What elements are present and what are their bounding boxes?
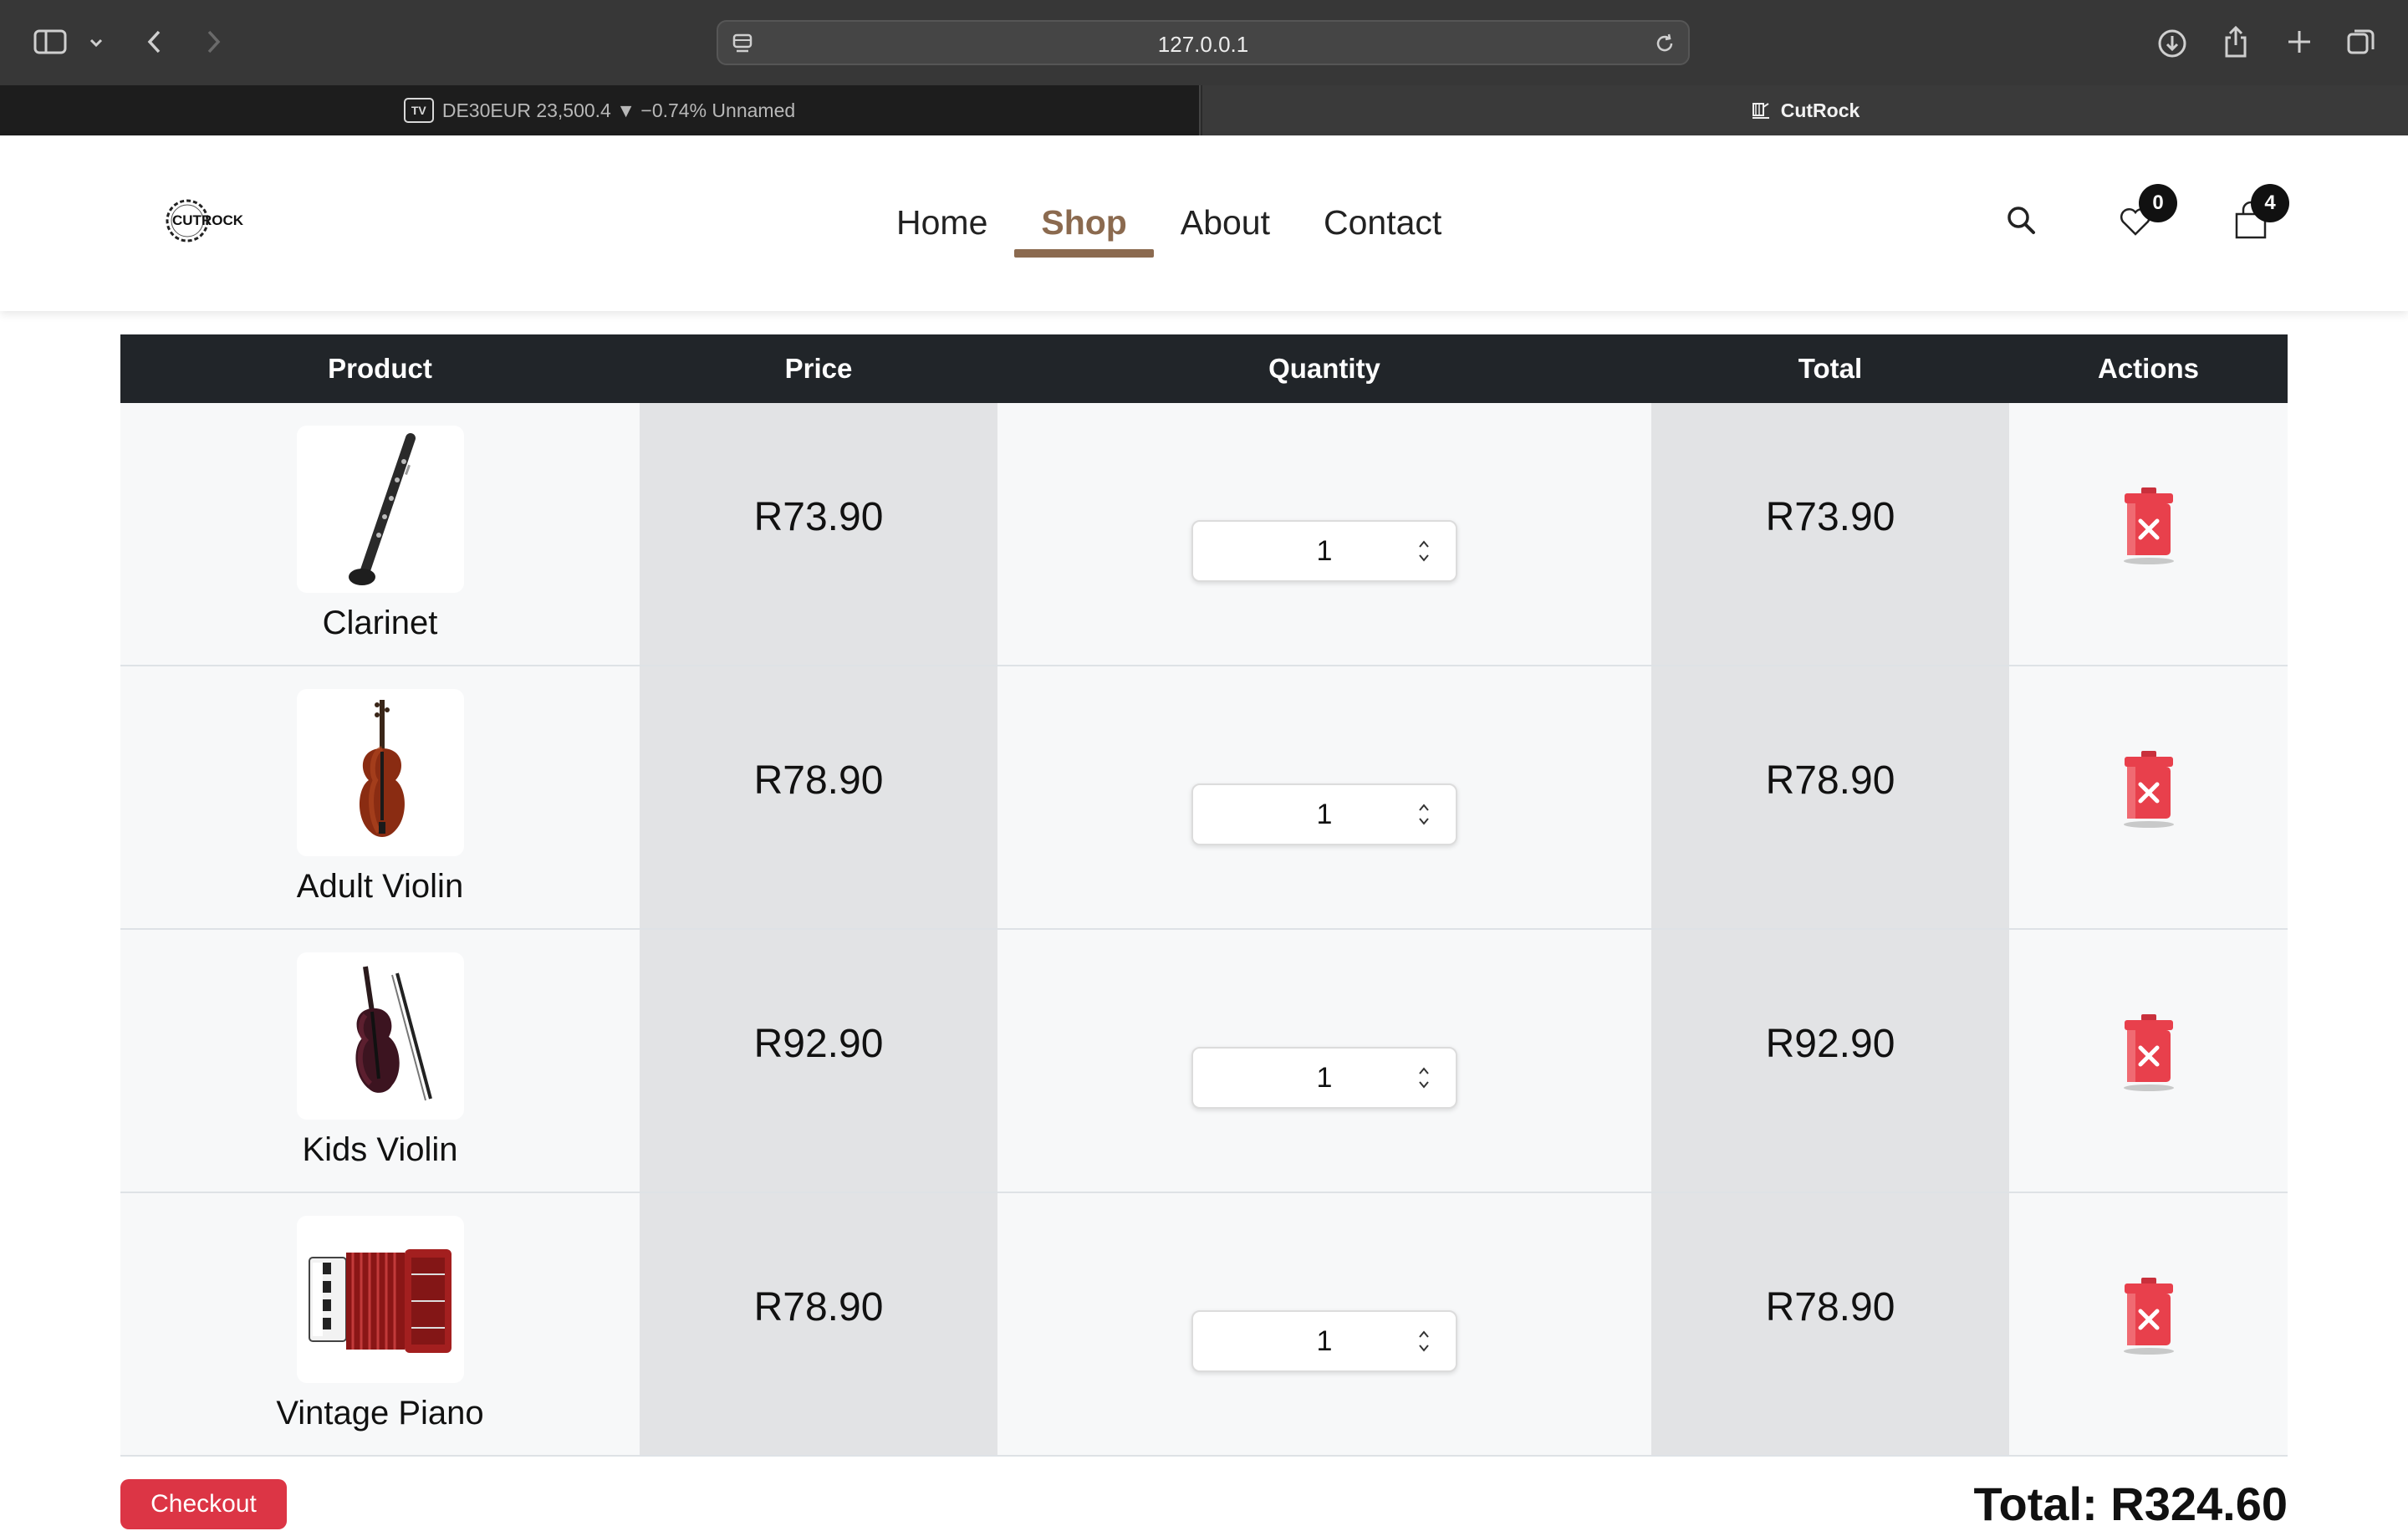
product-cell: Clarinet bbox=[120, 403, 640, 666]
quantity-stepper[interactable]: 1 bbox=[1191, 1046, 1457, 1109]
nav-shop[interactable]: Shop bbox=[1014, 199, 1155, 258]
share-icon[interactable] bbox=[2219, 23, 2252, 60]
table-row: Vintage Piano R78.90 1 R78.90 bbox=[120, 1192, 2288, 1457]
product-name[interactable]: Clarinet bbox=[120, 605, 640, 642]
tradingview-icon: TV bbox=[403, 98, 434, 123]
product-image-accordion[interactable] bbox=[296, 1216, 464, 1383]
header-price: Price bbox=[640, 334, 997, 403]
quantity-cell: 1 bbox=[997, 929, 1651, 1193]
site-header: CUTROCK Home Shop About Contact 0 4 bbox=[0, 135, 2408, 311]
grand-total: Total: R324.60 bbox=[1973, 1477, 2288, 1530]
product-name[interactable]: Vintage Piano bbox=[120, 1395, 640, 1432]
address-bar[interactable]: 127.0.0.1 bbox=[717, 20, 1690, 65]
product-name[interactable]: Kids Violin bbox=[120, 1131, 640, 1169]
quantity-stepper[interactable]: 1 bbox=[1191, 783, 1457, 845]
stepper-arrows-icon[interactable] bbox=[1417, 538, 1431, 564]
product-name[interactable]: Adult Violin bbox=[120, 868, 640, 906]
actions-cell bbox=[2009, 1192, 2288, 1457]
tab-label: DE30EUR 23,500.4 ▼ −0.74% Unnamed bbox=[441, 99, 796, 121]
tab-tradingview[interactable]: TV DE30EUR 23,500.4 ▼ −0.74% Unnamed bbox=[0, 85, 1201, 135]
header-total: Total bbox=[1651, 334, 2009, 403]
chevron-down-icon[interactable] bbox=[87, 33, 105, 52]
quantity-cell: 1 bbox=[997, 666, 1651, 930]
nav-contact[interactable]: Contact bbox=[1297, 199, 1468, 258]
table-row: Kids Violin R92.90 1 R92.90 bbox=[120, 929, 2288, 1193]
site-logo[interactable]: CUTROCK bbox=[161, 191, 244, 251]
cutrock-favicon bbox=[1752, 103, 1769, 119]
nav-home[interactable]: Home bbox=[870, 199, 1014, 258]
quantity-cell: 1 bbox=[997, 1192, 1651, 1457]
downloads-icon[interactable] bbox=[2155, 27, 2189, 60]
table-row: Adult Violin R78.90 1 R78.90 bbox=[120, 666, 2288, 930]
product-image-kids-violin[interactable] bbox=[296, 952, 464, 1120]
delete-item-icon[interactable] bbox=[2120, 749, 2178, 829]
quantity-stepper[interactable]: 1 bbox=[1191, 519, 1457, 582]
reload-icon[interactable] bbox=[1653, 32, 1676, 55]
new-tab-icon[interactable] bbox=[2283, 25, 2316, 59]
stepper-arrows-icon[interactable] bbox=[1417, 802, 1431, 827]
total-value: R78.90 bbox=[1765, 1285, 1895, 1329]
sidebar-toggle-icon[interactable] bbox=[32, 27, 69, 57]
product-image-violin[interactable] bbox=[296, 689, 464, 856]
actions-cell bbox=[2009, 403, 2288, 666]
nav-about[interactable]: About bbox=[1154, 199, 1297, 258]
url-text: 127.0.0.1 bbox=[1157, 32, 1249, 57]
header-quantity: Quantity bbox=[997, 334, 1651, 403]
header-actions: Actions bbox=[2009, 334, 2288, 403]
tab-cutrock[interactable]: CutRock bbox=[1202, 85, 2408, 135]
price-cell: R78.90 bbox=[640, 1192, 997, 1457]
wishlist-count-badge: 0 bbox=[2139, 184, 2177, 222]
total-cell: R78.90 bbox=[1651, 1192, 2009, 1457]
product-cell: Vintage Piano bbox=[120, 1192, 640, 1457]
product-image-clarinet[interactable] bbox=[296, 426, 464, 593]
quantity-value: 1 bbox=[1316, 1061, 1333, 1094]
price-cell: R78.90 bbox=[640, 666, 997, 930]
actions-cell bbox=[2009, 666, 2288, 930]
tab-overview-icon[interactable] bbox=[2344, 25, 2378, 59]
tab-label: CutRock bbox=[1780, 99, 1860, 121]
price-value: R73.90 bbox=[753, 495, 884, 539]
back-icon[interactable] bbox=[142, 27, 167, 57]
quantity-value: 1 bbox=[1316, 534, 1333, 567]
delete-item-icon[interactable] bbox=[2120, 1013, 2178, 1093]
total-cell: R92.90 bbox=[1651, 929, 2009, 1193]
quantity-cell: 1 bbox=[997, 403, 1651, 666]
total-cell: R73.90 bbox=[1651, 403, 2009, 666]
header-product: Product bbox=[120, 334, 640, 403]
price-value: R78.90 bbox=[753, 758, 884, 803]
stepper-arrows-icon[interactable] bbox=[1417, 1065, 1431, 1090]
search-icon[interactable] bbox=[2005, 204, 2038, 237]
delete-item-icon[interactable] bbox=[2120, 1276, 2178, 1356]
cart-table: Product Price Quantity Total Actions Cla… bbox=[120, 334, 2288, 1457]
price-cell: R92.90 bbox=[640, 929, 997, 1193]
price-value: R78.90 bbox=[753, 1285, 884, 1329]
main-nav: Home Shop About Contact bbox=[870, 199, 1468, 258]
price-value: R92.90 bbox=[753, 1022, 884, 1066]
actions-cell bbox=[2009, 929, 2288, 1193]
total-cell: R78.90 bbox=[1651, 666, 2009, 930]
quantity-stepper[interactable]: 1 bbox=[1191, 1309, 1457, 1372]
total-value: R92.90 bbox=[1765, 1022, 1895, 1066]
tab-bar: TV DE30EUR 23,500.4 ▼ −0.74% Unnamed Cut… bbox=[0, 85, 2408, 135]
price-cell: R73.90 bbox=[640, 403, 997, 666]
table-header-row: Product Price Quantity Total Actions bbox=[120, 334, 2288, 403]
forward-icon[interactable] bbox=[201, 27, 226, 57]
table-row: Clarinet R73.90 1 R73.90 bbox=[120, 403, 2288, 666]
total-value: R73.90 bbox=[1765, 495, 1895, 539]
quantity-value: 1 bbox=[1316, 1324, 1333, 1357]
logo-text: CUTROCK bbox=[172, 212, 244, 228]
product-cell: Kids Violin bbox=[120, 929, 640, 1193]
cart-count-badge: 4 bbox=[2251, 184, 2289, 222]
browser-toolbar: 127.0.0.1 bbox=[0, 0, 2408, 85]
stepper-arrows-icon[interactable] bbox=[1417, 1329, 1431, 1354]
product-cell: Adult Violin bbox=[120, 666, 640, 930]
quantity-value: 1 bbox=[1316, 798, 1333, 830]
total-value: R78.90 bbox=[1765, 758, 1895, 803]
delete-item-icon[interactable] bbox=[2120, 486, 2178, 566]
checkout-button[interactable]: Checkout bbox=[120, 1479, 287, 1529]
